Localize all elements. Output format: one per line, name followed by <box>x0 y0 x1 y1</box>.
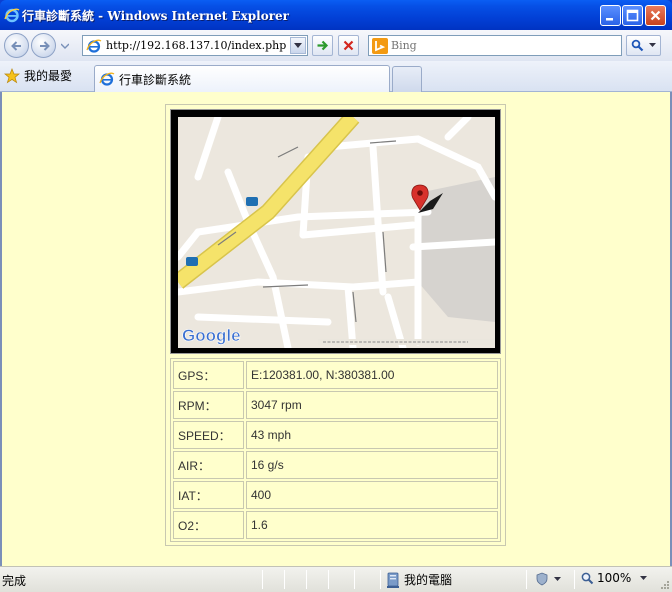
go-button[interactable] <box>312 35 333 56</box>
status-text: 完成 <box>2 574 27 588</box>
bing-icon <box>372 37 388 54</box>
status-divider <box>262 570 263 589</box>
back-arrow-icon <box>10 40 21 51</box>
forward-button[interactable] <box>31 33 56 58</box>
stop-button[interactable] <box>338 35 359 56</box>
maximize-button[interactable] <box>622 5 643 26</box>
table-row: O2： 1.6 <box>173 511 498 539</box>
zoom-magnifier-icon <box>581 572 594 584</box>
protected-mode-button[interactable] <box>535 572 561 586</box>
computer-icon <box>387 572 399 588</box>
chevron-down-icon <box>554 576 561 581</box>
address-dropdown-button[interactable] <box>290 37 306 54</box>
minimize-button[interactable] <box>600 5 621 26</box>
star-icon <box>4 67 20 83</box>
internet-explorer-icon <box>4 8 20 23</box>
close-icon <box>650 10 661 21</box>
o2-value: 1.6 <box>246 511 498 539</box>
chevron-down-icon <box>294 42 302 48</box>
table-row: SPEED： 43 mph <box>173 421 498 449</box>
shield-icon <box>536 572 548 586</box>
chevron-down-icon <box>640 575 648 580</box>
close-window-button[interactable] <box>645 5 666 26</box>
map-provider-logo[interactable]: Google <box>182 326 241 346</box>
status-divider <box>526 570 527 589</box>
page-content: Google GPS： E:120381.00, N:380381.00 RPM… <box>0 92 672 566</box>
zone-label: 我的電腦 <box>404 573 453 587</box>
maximize-icon <box>626 9 639 22</box>
go-arrow-icon <box>317 40 329 51</box>
status-divider <box>380 570 381 589</box>
rpm-label: RPM： <box>173 391 244 419</box>
window-titlebar[interactable]: 行車診斷系統 - Windows Internet Explorer <box>0 0 672 30</box>
speed-value: 43 mph <box>246 421 498 449</box>
status-divider <box>354 570 355 589</box>
gps-value: E:120381.00, N:380381.00 <box>246 361 498 389</box>
rpm-value: 3047 rpm <box>246 391 498 419</box>
dashboard-container: Google GPS： E:120381.00, N:380381.00 RPM… <box>165 104 506 546</box>
tab-label: 行車診斷系統 <box>119 72 192 87</box>
favorites-label: 我的最愛 <box>24 69 73 83</box>
zoom-control[interactable]: 100% <box>581 571 648 585</box>
address-input[interactable] <box>106 39 290 52</box>
iat-label: IAT： <box>173 481 244 509</box>
security-zone[interactable]: 我的電腦 <box>386 571 452 588</box>
favorites-bar: 我的最愛 行車診斷系統 <box>0 61 672 92</box>
table-row: RPM： 3047 rpm <box>173 391 498 419</box>
page-ie-icon <box>86 39 102 53</box>
route-shield-icon <box>186 257 198 266</box>
status-divider <box>306 570 307 589</box>
navigation-bar <box>0 30 672 61</box>
recent-pages-dropdown-icon[interactable] <box>61 42 69 50</box>
table-row: GPS： E:120381.00, N:380381.00 <box>173 361 498 389</box>
resize-grip-icon[interactable] <box>659 579 670 590</box>
window-title: 行車診斷系統 - Windows Internet Explorer <box>22 9 289 23</box>
table-row: AIR： 16 g/s <box>173 451 498 479</box>
status-divider <box>284 570 285 589</box>
search-button[interactable] <box>626 35 661 56</box>
status-divider <box>328 570 329 589</box>
gps-label: GPS： <box>173 361 244 389</box>
stop-x-icon <box>343 40 354 51</box>
route-shield-icon <box>246 197 258 206</box>
table-row: IAT： 400 <box>173 481 498 509</box>
minimize-icon <box>606 18 613 21</box>
status-divider <box>574 570 575 589</box>
address-bar[interactable] <box>82 35 308 56</box>
favorites-button[interactable]: 我的最愛 <box>4 67 72 84</box>
tab-current-page[interactable]: 行車診斷系統 <box>94 65 390 92</box>
magnifier-icon <box>631 39 644 52</box>
map-frame[interactable]: Google <box>170 109 501 354</box>
iat-value: 400 <box>246 481 498 509</box>
speed-label: SPEED： <box>173 421 244 449</box>
air-value: 16 g/s <box>246 451 498 479</box>
search-box[interactable] <box>368 35 622 56</box>
zoom-level: 100% <box>597 571 632 585</box>
new-tab-button[interactable] <box>392 66 422 92</box>
forward-arrow-icon <box>39 40 50 51</box>
page-ie-icon <box>99 72 115 86</box>
air-label: AIR： <box>173 451 244 479</box>
o2-label: O2： <box>173 511 244 539</box>
chevron-down-icon <box>649 43 656 47</box>
status-bar: 完成 我的電腦 100% <box>0 566 672 592</box>
vehicle-data-table: GPS： E:120381.00, N:380381.00 RPM： 3047 … <box>170 358 501 542</box>
back-button[interactable] <box>4 33 29 58</box>
street-map[interactable]: Google <box>178 117 495 348</box>
search-input[interactable] <box>391 39 611 52</box>
